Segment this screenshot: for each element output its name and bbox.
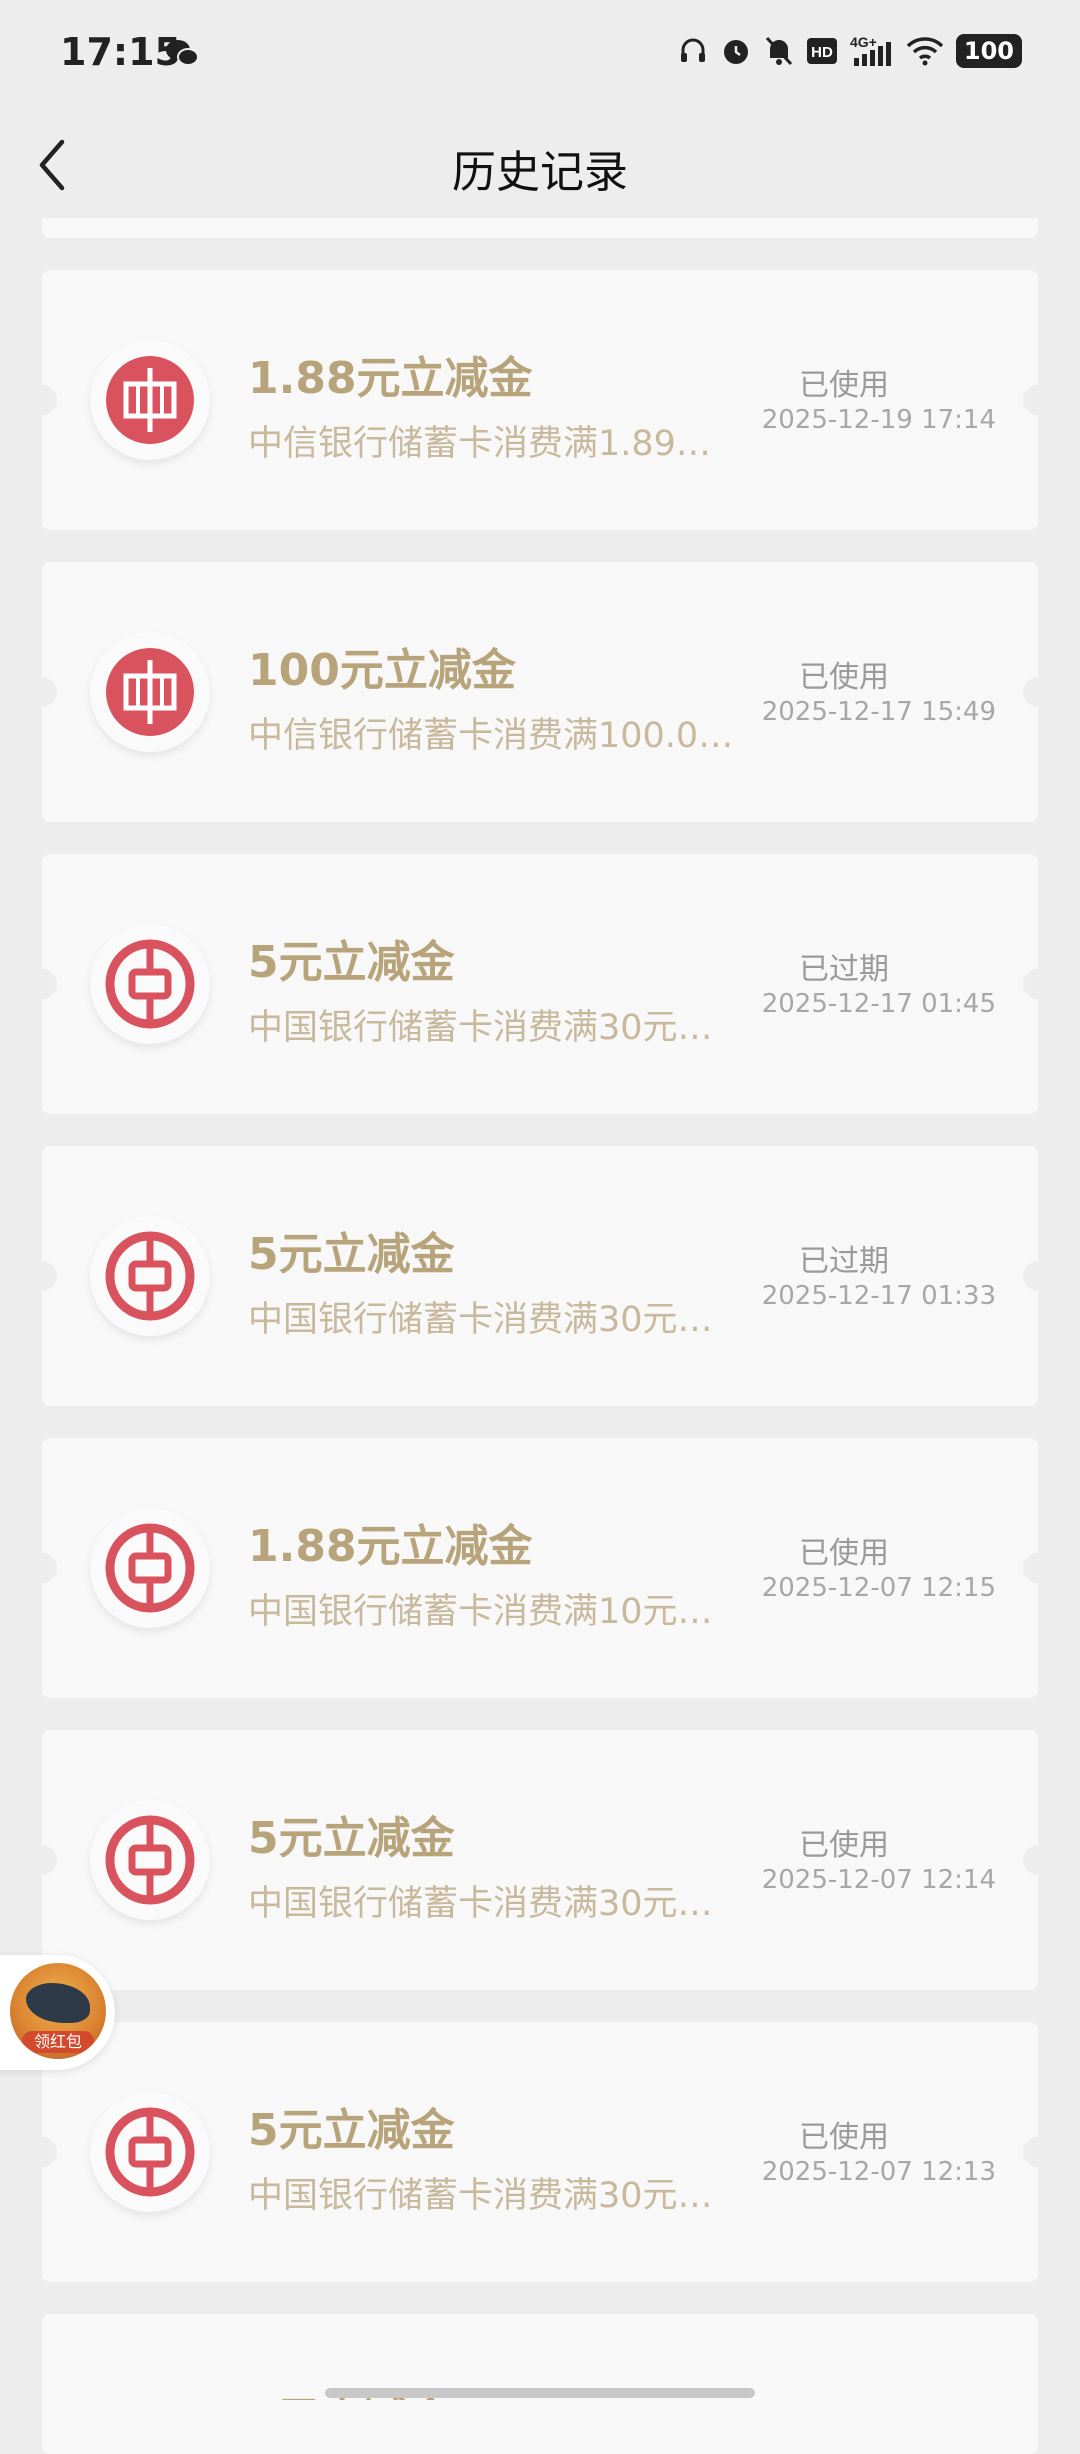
status-icons: HD 4G+ 100 — [678, 34, 1022, 68]
headphones-icon — [678, 36, 708, 66]
status-time: 17:15 — [60, 30, 181, 74]
card-notch-right — [1023, 969, 1038, 999]
coupon-description: 中国银行储蓄卡消费满10元… — [248, 1592, 713, 1632]
coupon-description: 中国银行储蓄卡消费满30元… — [248, 1884, 713, 1924]
coupon-status: 已使用 — [799, 2120, 889, 2155]
svg-text:4G+: 4G+ — [850, 34, 877, 50]
coupon-title: 5元立减金 — [248, 937, 455, 988]
red-packet-label: 领红包 — [22, 2031, 94, 2053]
coupon-description: 中国银行储蓄卡消费满30元… — [248, 1008, 713, 1048]
coupon-time: 2025-12-17 01:45 — [761, 989, 996, 1019]
coupon-time: 2025-12-07 12:15 — [761, 1573, 996, 1603]
coupon-title: 1.88元立减金 — [248, 353, 533, 404]
coupon-record-card[interactable]: 5元立减金中国银行储蓄卡消费满30元… 已过期 2025-12-17 01:45 — [42, 854, 1038, 1114]
red-packet-float-button[interactable]: 领红包 — [0, 1955, 115, 2070]
card-notch-right — [1023, 677, 1038, 707]
card-notch-left — [42, 1553, 57, 1583]
coupon-status: 已使用 — [799, 660, 889, 695]
coupon-description: 中国银行储蓄卡消费满30元… — [248, 2176, 713, 2216]
card-notch-left — [42, 1845, 57, 1875]
coupon-time: 2025-12-19 17:14 — [761, 405, 996, 435]
coupon-time: 2025-12-07 12:13 — [761, 2157, 996, 2187]
bank-of-china-logo-icon — [90, 924, 210, 1044]
card-notch-right — [1023, 385, 1038, 415]
coupon-record-card-partial[interactable] — [42, 2314, 1038, 2454]
card-notch-right — [1023, 2137, 1038, 2167]
status-bar: 17:15 HD 4G+ 100 — [0, 0, 1080, 110]
bank-of-china-logo-icon — [90, 1800, 210, 1920]
bank-of-china-logo-icon — [90, 1216, 210, 1336]
card-notch-left — [42, 969, 57, 999]
citic-bank-logo-icon — [90, 632, 210, 752]
nav-bar: 历史记录 — [0, 110, 1080, 220]
coupon-time: 2025-12-07 12:14 — [761, 1865, 996, 1895]
coupon-time: 2025-12-17 15:49 — [761, 697, 996, 727]
svg-text:HD: HD — [811, 44, 833, 61]
coupon-title: 5元立减金 — [248, 1813, 455, 1864]
coupon-record-card[interactable]: 5元立减金中国银行储蓄卡消费满30元… 已过期 2025-12-17 01:33 — [42, 1146, 1038, 1406]
hd-icon: HD — [806, 37, 838, 65]
coupon-description: 中信银行储蓄卡消费满1.89… — [248, 424, 711, 464]
coupon-title: 100元立减金 — [248, 645, 516, 696]
battery-indicator: 100 — [955, 34, 1022, 68]
coupon-time: 2025-12-17 01:33 — [761, 1281, 996, 1311]
coupon-description: 中信银行储蓄卡消费满100.0… — [248, 716, 734, 756]
coupon-title: 5元立减金 — [248, 2105, 455, 2156]
wechat-icon — [165, 38, 199, 72]
red-packet-dragon-icon: 领红包 — [10, 1963, 106, 2059]
card-notch-left — [42, 2137, 57, 2167]
card-notch-right — [1023, 1553, 1038, 1583]
coupon-title: 1.88元立减金 — [248, 1521, 533, 1572]
coupon-title: 5元立减金 — [248, 1229, 455, 1280]
mute-bell-icon — [764, 35, 794, 67]
coupon-record-card[interactable]: 1.88元立减金中国银行储蓄卡消费满10元… 已使用 2025-12-07 12:1… — [42, 1438, 1038, 1698]
card-notch-right — [1023, 1261, 1038, 1291]
coupon-description: 中国银行储蓄卡消费满30元… — [248, 1300, 713, 1340]
coupon-record-card[interactable]: 5元立减金中国银行储蓄卡消费满30元… 已使用 2025-12-07 12:13 — [42, 2022, 1038, 2282]
coupon-status: 已过期 — [799, 1244, 889, 1279]
home-indicator[interactable] — [325, 2388, 755, 2398]
4g-signal-icon: 4G+ — [850, 34, 894, 68]
card-notch-right — [1023, 1845, 1038, 1875]
card-notch-left — [42, 385, 57, 415]
page-title: 历史记录 — [452, 147, 628, 198]
coupon-record-card[interactable]: 100元立减金中信银行储蓄卡消费满100.0… 已使用 2025-12-17 15:… — [42, 562, 1038, 822]
citic-bank-logo-icon — [90, 340, 210, 460]
bank-of-china-logo-icon — [90, 2092, 210, 2212]
coupon-status: 已使用 — [799, 368, 889, 403]
coupon-record-card[interactable]: 1.88元立减金中信银行储蓄卡消费满1.89… 已使用 2025-12-19 17:… — [42, 270, 1038, 530]
coupon-status: 已使用 — [799, 1536, 889, 1571]
card-notch-left — [42, 1261, 57, 1291]
alarm-icon — [720, 35, 752, 67]
previous-card-edge — [42, 218, 1038, 238]
coupon-record-card[interactable]: 5元立减金中国银行储蓄卡消费满30元… 已使用 2025-12-07 12:14 — [42, 1730, 1038, 1990]
coupon-status: 已过期 — [799, 952, 889, 987]
card-notch-left — [42, 677, 57, 707]
coupon-status: 已使用 — [799, 1828, 889, 1863]
wifi-icon — [906, 36, 944, 66]
bank-of-china-logo-icon — [90, 1508, 210, 1628]
